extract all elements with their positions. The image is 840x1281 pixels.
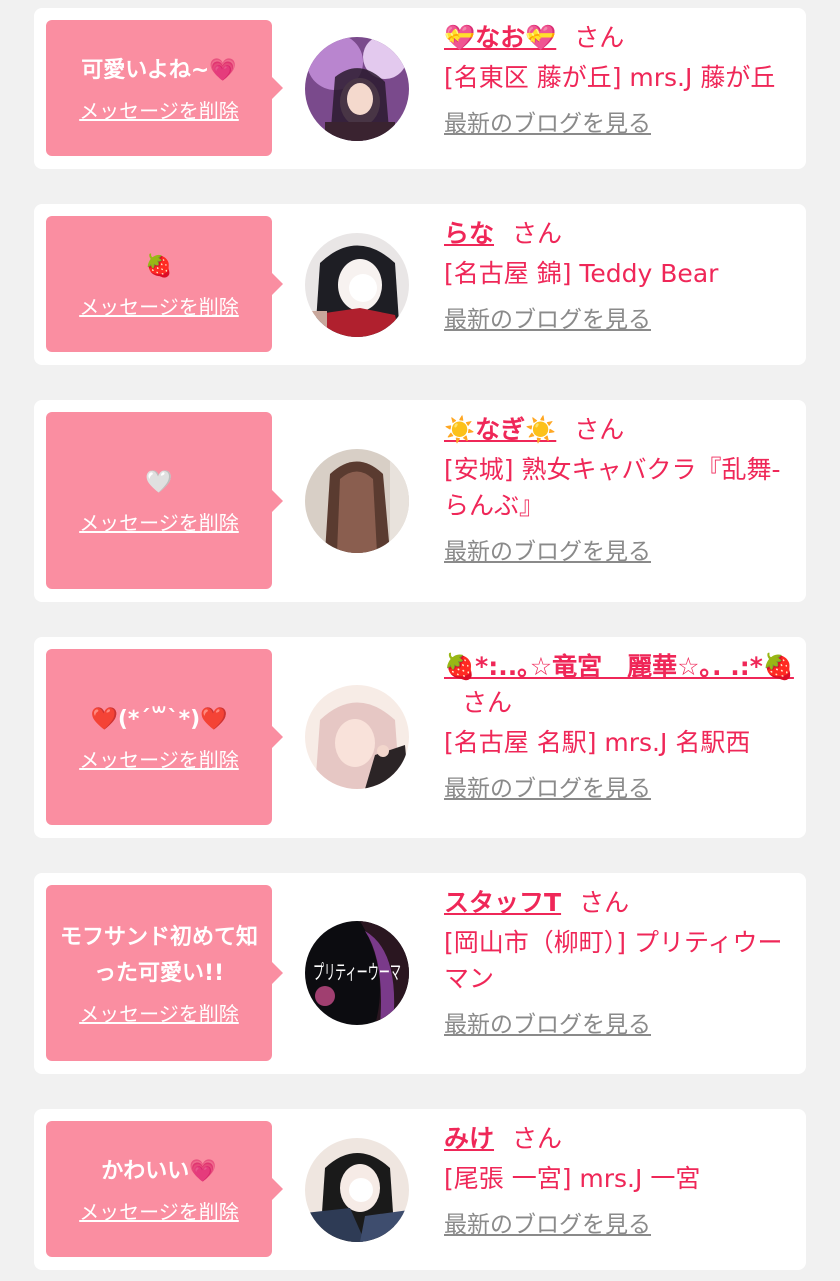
message-text: 可愛いよね~💗 xyxy=(81,57,237,83)
message-card: かわいい💗 メッセージを削除 みけ さん [尾張 一宮] mrs.J 一宮 最新の… xyxy=(34,1109,806,1270)
message-card: ❤️(*´꒳`*)❤️ メッセージを削除 🍓*:..｡☆竜宮 麗華☆｡. .:*… xyxy=(34,637,806,838)
latest-blog-link[interactable]: 最新のブログを見る xyxy=(444,1205,651,1239)
honorific: さん xyxy=(574,415,625,444)
message-text: 🤍 xyxy=(145,470,173,495)
message-bubble: ❤️(*´꒳`*)❤️ メッセージを削除 xyxy=(46,649,283,825)
shop-name: [名古屋 錦] Teddy Bear xyxy=(444,259,719,288)
message-text: 🍓 xyxy=(145,253,173,279)
avatar[interactable] xyxy=(305,233,409,337)
message-bubble: モフサンド初めて知った可愛い!! メッセージを削除 xyxy=(46,885,283,1061)
avatar[interactable] xyxy=(305,685,409,789)
honorific: さん xyxy=(512,1124,563,1153)
sender-info: スタッフT さん [岡山市（柳町）] プリティウーマン 最新のブログを見る xyxy=(444,885,799,1039)
delete-message-link[interactable]: メッセージを削除 xyxy=(79,1196,239,1225)
message-text: かわいい💗 xyxy=(101,1158,217,1184)
message-text: モフサンド初めて知った可愛い!! xyxy=(59,924,258,986)
delete-message-link[interactable]: メッセージを削除 xyxy=(79,998,239,1027)
sender-info: らな さん [名古屋 錦] Teddy Bear 最新のブログを見る xyxy=(444,216,799,334)
delete-message-link[interactable]: メッセージを削除 xyxy=(79,744,239,773)
latest-blog-link[interactable]: 最新のブログを見る xyxy=(444,300,651,334)
shop-name: [名古屋 名駅] mrs.J 名駅西 xyxy=(444,728,751,757)
delete-message-link[interactable]: メッセージを削除 xyxy=(79,95,239,124)
latest-blog-link[interactable]: 最新のブログを見る xyxy=(444,104,651,138)
shop-name: [安城] 熟女キャバクラ『乱舞-らんぶ』 xyxy=(444,455,781,520)
honorific: さん xyxy=(462,688,513,717)
latest-blog-link[interactable]: 最新のブログを見る xyxy=(444,1005,651,1039)
sender-name-link[interactable]: スタッフT xyxy=(444,888,561,917)
sender-name-link[interactable]: 🍓*:..｡☆竜宮 麗華☆｡. .:*🍓 xyxy=(444,652,794,681)
message-bubble: かわいい💗 メッセージを削除 xyxy=(46,1121,283,1257)
sender-name-link[interactable]: らな xyxy=(444,219,494,248)
sender-info: ☀️なぎ☀️ さん [安城] 熟女キャバクラ『乱舞-らんぶ』 最新のブログを見る xyxy=(444,412,799,566)
honorific: さん xyxy=(512,219,563,248)
avatar-logo-text: プリティーウーマ xyxy=(313,960,401,984)
message-list: 可愛いよね~💗 メッセージを削除 💝なお💝 さん [名東区 藤が丘] mrs.J … xyxy=(0,0,840,1281)
honorific: さん xyxy=(574,23,625,52)
message-bubble: 🤍 メッセージを削除 xyxy=(46,412,283,589)
avatar[interactable]: プリティーウーマ xyxy=(305,921,409,1025)
message-card: 可愛いよね~💗 メッセージを削除 💝なお💝 さん [名東区 藤が丘] mrs.J … xyxy=(34,8,806,169)
avatar[interactable] xyxy=(305,37,409,141)
avatar[interactable] xyxy=(305,1138,409,1242)
sender-name-link[interactable]: 💝なお💝 xyxy=(444,23,556,52)
message-bubble: 🍓 メッセージを削除 xyxy=(46,216,283,352)
sender-info: みけ さん [尾張 一宮] mrs.J 一宮 最新のブログを見る xyxy=(444,1121,799,1239)
latest-blog-link[interactable]: 最新のブログを見る xyxy=(444,769,651,803)
shop-name: [尾張 一宮] mrs.J 一宮 xyxy=(444,1164,701,1193)
honorific: さん xyxy=(579,888,630,917)
message-card: モフサンド初めて知った可愛い!! メッセージを削除 プリティーウーマ スタッフT… xyxy=(34,873,806,1074)
latest-blog-link[interactable]: 最新のブログを見る xyxy=(444,532,651,566)
message-card: 🤍 メッセージを削除 ☀️なぎ☀️ さん [安城] 熟女キャバクラ『乱舞-らんぶ』… xyxy=(34,400,806,602)
sender-name-link[interactable]: みけ xyxy=(444,1124,494,1153)
shop-name: [名東区 藤が丘] mrs.J 藤が丘 xyxy=(444,63,776,92)
message-card: 🍓 メッセージを削除 らな さん [名古屋 錦] Teddy Bear 最新のブロ… xyxy=(34,204,806,365)
sender-name-link[interactable]: ☀️なぎ☀️ xyxy=(444,415,556,444)
sender-info: 💝なお💝 さん [名東区 藤が丘] mrs.J 藤が丘 最新のブログを見る xyxy=(444,20,799,138)
sender-info: 🍓*:..｡☆竜宮 麗華☆｡. .:*🍓 さん [名古屋 名駅] mrs.J 名駅… xyxy=(444,649,799,803)
avatar[interactable] xyxy=(305,449,409,553)
delete-message-link[interactable]: メッセージを削除 xyxy=(79,507,239,536)
delete-message-link[interactable]: メッセージを削除 xyxy=(79,291,239,320)
shop-name: [岡山市（柳町）] プリティウーマン xyxy=(444,928,783,993)
message-bubble: 可愛いよね~💗 メッセージを削除 xyxy=(46,20,283,156)
message-text: ❤️(*´꒳`*)❤️ xyxy=(90,706,228,732)
